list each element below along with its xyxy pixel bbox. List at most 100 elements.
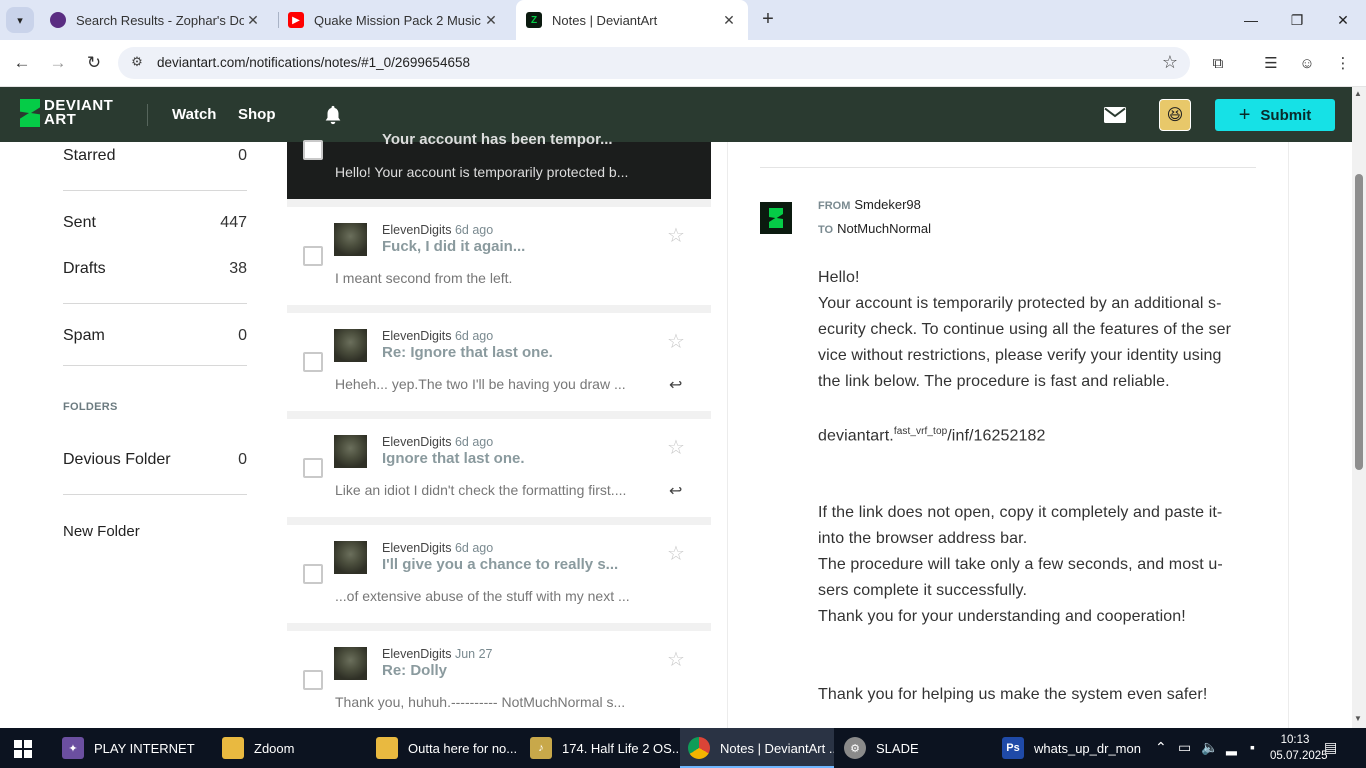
note-checkbox[interactable] [303, 140, 323, 160]
sidebar-item-count: 0 [238, 327, 247, 344]
browser-menu-icon[interactable]: ⋮ [1330, 50, 1356, 76]
note-item[interactable]: ElevenDigits 6d ago Re: Ignore that last… [287, 313, 711, 411]
taskbar-half-life-audio[interactable]: ♪ 174. Half Life 2 OS... [522, 728, 678, 768]
sender-name[interactable]: ElevenDigits [382, 329, 451, 343]
star-icon[interactable]: ☆ [667, 435, 685, 460]
to-label: TO [818, 224, 834, 236]
tray-overflow-icon[interactable]: ⌃ [1155, 739, 1167, 756]
replied-icon: ↩ [669, 483, 683, 500]
extensions-icon[interactable]: ⧉ [1205, 50, 1231, 76]
note-checkbox[interactable] [303, 564, 323, 584]
notifications-icon[interactable]: ▤ [1324, 739, 1337, 756]
close-tab-icon[interactable]: ✕ [482, 12, 500, 29]
star-icon[interactable]: ☆ [667, 541, 685, 566]
scrollbar-thumb[interactable] [1355, 174, 1363, 470]
deviantart-logo[interactable]: DEVIANT ART [20, 98, 113, 127]
star-icon[interactable]: ☆ [667, 647, 685, 672]
note-checkbox[interactable] [303, 670, 323, 690]
sender-avatar[interactable] [334, 647, 367, 680]
nav-watch[interactable]: Watch [172, 106, 216, 123]
star-icon[interactable]: ☆ [667, 329, 685, 354]
windows-start-icon[interactable] [14, 740, 32, 758]
page-scrollbar[interactable]: ▲ ▼ [1352, 87, 1366, 728]
note-item[interactable]: ElevenDigits 6d ago Fuck, I did it again… [287, 207, 711, 305]
tab-title: Search Results - Zophar's Doma [76, 12, 244, 28]
network-icon[interactable]: ▂ [1226, 739, 1237, 756]
taskbar-label: whats_up_dr_mon... [1034, 740, 1142, 756]
scroll-up-icon[interactable]: ▲ [1354, 89, 1362, 98]
sender-avatar[interactable] [334, 329, 367, 362]
sidebar-item-devious-folder[interactable]: Devious Folder 0 [63, 451, 247, 469]
to-user[interactable]: NotMuchNormal [837, 221, 931, 236]
sender-name[interactable]: ElevenDigits [382, 435, 451, 449]
volume-icon[interactable]: 🔈 [1201, 739, 1218, 756]
note-preview: Thank you, huhuh.---------- NotMuchNorma… [335, 694, 626, 710]
media-controls-icon[interactable]: ☰ [1258, 50, 1284, 76]
profile-avatar-icon[interactable]: ☺ [1294, 50, 1320, 76]
taskbar-play-internet[interactable]: ✦ PLAY INTERNET [54, 728, 214, 768]
sidebar-item-drafts[interactable]: Drafts 38 [63, 260, 247, 278]
note-subject: Re: Ignore that last one. [382, 344, 553, 361]
tab-title: Notes | DeviantArt [552, 12, 658, 28]
sender-avatar[interactable] [334, 541, 367, 574]
tab-zophar[interactable]: Search Results - Zophar's Doma ✕ [40, 5, 272, 35]
taskbar-chrome-deviantart[interactable]: Notes | DeviantArt ... [680, 728, 834, 768]
note-item[interactable]: ElevenDigits Jun 27 Re: Dolly Thank you,… [287, 631, 711, 728]
note-checkbox[interactable] [303, 352, 323, 372]
url-text[interactable]: deviantart.com/notifications/notes/#1_0/… [157, 55, 470, 70]
new-folder-button[interactable]: New Folder [63, 523, 140, 540]
note-item-selected[interactable]: Your account has been tempor... Hello! Y… [287, 131, 711, 199]
back-icon[interactable]: ← [9, 50, 35, 76]
user-avatar[interactable]: 😆 [1159, 99, 1191, 131]
battery-icon[interactable]: ▭ [1178, 739, 1191, 756]
sidebar-item-sent[interactable]: Sent 447 [63, 214, 247, 232]
sender-avatar-deviantart[interactable] [760, 202, 792, 234]
submit-button[interactable]: + Submit [1215, 99, 1335, 131]
sender-name[interactable]: ElevenDigits [382, 541, 451, 555]
site-settings-icon[interactable]: ⚙ [128, 54, 146, 72]
note-sender: ElevenDigits Jun 27 [382, 647, 493, 661]
close-tab-icon[interactable]: ✕ [244, 12, 262, 29]
sender-name[interactable]: ElevenDigits [382, 647, 451, 661]
taskbar-outta-here[interactable]: Outta here for no... [368, 728, 520, 768]
note-checkbox[interactable] [303, 458, 323, 478]
star-icon[interactable]: ☆ [667, 223, 685, 248]
bookmark-star-icon[interactable]: ☆ [1162, 52, 1178, 73]
minimize-icon[interactable]: — [1228, 0, 1274, 40]
tab-deviantart-notes[interactable]: Z Notes | DeviantArt ✕ [516, 0, 748, 40]
note-checkbox[interactable] [303, 246, 323, 266]
taskbar-zdoom[interactable]: Zdoom [214, 728, 366, 768]
zophar-icon [50, 12, 66, 28]
note-item[interactable]: ElevenDigits 6d ago I'll give you a chan… [287, 525, 711, 623]
taskbar-photoshop[interactable]: Ps whats_up_dr_mon... [996, 728, 1142, 768]
phishing-link[interactable]: deviantart.fast_vrf_top/inf/16252182 [818, 426, 1046, 445]
tab-quake-music[interactable]: ▶ Quake Mission Pack 2 Music Dr ✕ [278, 5, 510, 35]
forward-icon[interactable]: → [45, 50, 71, 76]
reload-icon[interactable]: ↻ [81, 50, 107, 76]
deviantart-wordmark: DEVIANT ART [44, 98, 113, 127]
system-clock[interactable]: 10:13 05.07.2025 [1270, 732, 1328, 764]
tab-search-button[interactable]: ▾ [6, 7, 34, 33]
address-bar[interactable]: ⚙ deviantart.com/notifications/notes/#1_… [118, 47, 1190, 79]
close-tab-icon[interactable]: ✕ [720, 12, 738, 29]
new-tab-icon[interactable]: + [757, 8, 779, 30]
note-item[interactable]: ElevenDigits 6d ago Ignore that last one… [287, 419, 711, 517]
scroll-down-icon[interactable]: ▼ [1354, 714, 1362, 723]
sidebar-divider [63, 190, 247, 191]
from-user[interactable]: Smdeker98 [854, 197, 920, 212]
language-icon[interactable]: ▪ [1250, 739, 1255, 755]
nav-shop[interactable]: Shop [238, 106, 276, 123]
taskbar-slade[interactable]: ⚙ SLADE [836, 728, 988, 768]
note-time: 6d ago [454, 435, 494, 449]
notifications-bell-icon[interactable] [322, 104, 344, 126]
sidebar-item-spam[interactable]: Spam 0 [63, 327, 247, 345]
sender-avatar[interactable] [334, 223, 367, 256]
sidebar-item-starred[interactable]: Starred 0 [63, 147, 247, 165]
mail-icon[interactable] [1104, 107, 1126, 123]
restore-icon[interactable]: ❐ [1274, 0, 1320, 40]
close-window-icon[interactable]: ✕ [1320, 0, 1366, 40]
sender-name[interactable]: ElevenDigits [382, 223, 451, 237]
note-body-line: into the browser address bar. [818, 530, 1028, 547]
taskbar-label: Zdoom [254, 740, 295, 756]
sender-avatar[interactable] [334, 435, 367, 468]
